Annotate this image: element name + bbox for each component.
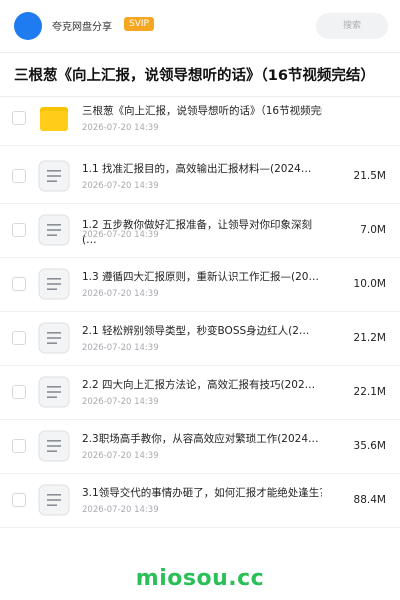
checkbox[interactable]: [12, 439, 26, 453]
file-name: 2.3职场高手教你，从容高效应对繁琐工作(2024…: [82, 433, 319, 445]
search-placeholder: 搜索: [342, 21, 361, 31]
search-button[interactable]: 搜索: [316, 13, 388, 39]
file-row[interactable]: 2.3职场高手教你，从容高效应对繁琐工作(2024… 2026-07-20 14:…: [0, 420, 400, 474]
row-divider: [0, 527, 400, 528]
document-icon: [38, 268, 70, 300]
file-date: 2026-07-20 14:39: [82, 451, 159, 461]
file-size: 10.0M: [353, 278, 386, 290]
header-divider: [0, 52, 400, 53]
checkbox[interactable]: [12, 111, 26, 125]
checkbox[interactable]: [12, 385, 26, 399]
document-icon: [38, 484, 70, 516]
checkbox[interactable]: [12, 277, 26, 291]
file-size: 21.5M: [353, 170, 386, 182]
file-row[interactable]: 1.2 五步教你做好汇报准备，让领导对你印象深刻(… 2026-07-20 14:…: [0, 204, 400, 258]
file-name: 1.1 找准汇报目的，高效输出汇报材料—(2024…: [82, 163, 312, 175]
row-divider: [0, 145, 400, 146]
file-row[interactable]: 2.1 轻松辨别领导类型，秒变BOSS身边红人(2… 2026-07-20 14:…: [0, 312, 400, 366]
file-row[interactable]: 3.1领导交代的事情办砸了，如何汇报才能绝处逢生？… 2026-07-20 14:…: [0, 474, 400, 528]
avatar[interactable]: [14, 12, 42, 40]
file-size: 21.2M: [353, 332, 386, 344]
watermark: miosou.cc: [135, 566, 265, 591]
file-row[interactable]: 三根葱《向上汇报，说领导想听的话》（16节视频完结） 2026-07-20 14:…: [0, 92, 400, 146]
file-date: 2026-07-20 14:39: [82, 230, 159, 240]
checkbox[interactable]: [12, 223, 26, 237]
folder-icon: [38, 102, 70, 134]
document-icon: [38, 160, 70, 192]
file-size: 22.1M: [353, 386, 386, 398]
file-date: 2026-07-20 14:39: [82, 397, 159, 407]
document-icon: [38, 430, 70, 462]
file-name: 2.1 轻松辨别领导类型，秒变BOSS身边红人(2…: [82, 325, 310, 337]
file-name: 1.3 遵循四大汇报原则，重新认识工作汇报—(20…: [82, 271, 319, 283]
document-icon: [38, 322, 70, 354]
file-row[interactable]: 1.3 遵循四大汇报原则，重新认识工作汇报—(20… 2026-07-20 14:…: [0, 258, 400, 312]
file-date: 2026-07-20 14:39: [82, 181, 159, 191]
checkbox[interactable]: [12, 169, 26, 183]
file-name: 2.2 四大向上汇报方法论，高效汇报有技巧(202…: [82, 379, 316, 391]
file-date: 2026-07-20 14:39: [82, 343, 159, 353]
file-date: 2026-07-20 14:39: [82, 289, 159, 299]
document-icon: [38, 214, 70, 246]
checkbox[interactable]: [12, 493, 26, 507]
file-size: 7.0M: [360, 224, 386, 236]
username: 夸克网盘分享: [52, 22, 112, 33]
top-bar: 夸克网盘分享 SVIP 搜索: [0, 0, 400, 52]
file-size: 88.4M: [353, 494, 386, 506]
file-name: 3.1领导交代的事情办砸了，如何汇报才能绝处逢生？…: [82, 487, 322, 499]
checkbox[interactable]: [12, 331, 26, 345]
file-name: 三根葱《向上汇报，说领导想听的话》（16节视频完结）: [82, 105, 322, 117]
svip-badge: SVIP: [124, 17, 154, 31]
file-row[interactable]: 1.1 找准汇报目的，高效输出汇报材料—(2024… 2026-07-20 14:…: [0, 150, 400, 204]
file-size: 35.6M: [353, 440, 386, 452]
file-date: 2026-07-20 14:39: [82, 505, 159, 515]
file-date: 2026-07-20 14:39: [82, 123, 159, 133]
document-icon: [38, 376, 70, 408]
share-title: 三根葱《向上汇报，说领导想听的话》（16节视频完结）: [14, 68, 375, 84]
file-row[interactable]: 2.2 四大向上汇报方法论，高效汇报有技巧(202… 2026-07-20 14:…: [0, 366, 400, 420]
